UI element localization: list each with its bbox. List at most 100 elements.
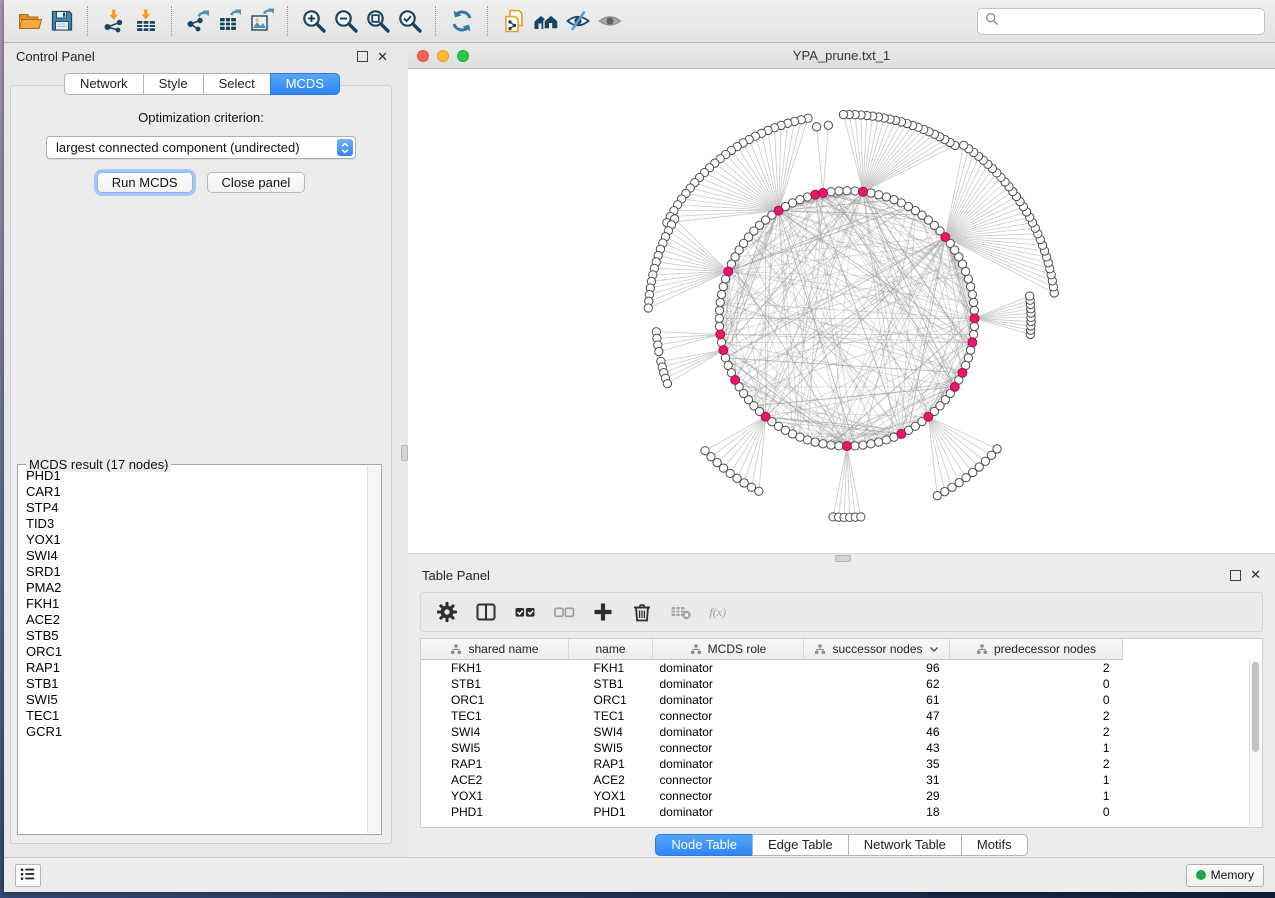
float-panel-icon[interactable] bbox=[357, 51, 368, 62]
mcds-result-item[interactable]: TID3 bbox=[19, 516, 367, 532]
mcds-result-item[interactable]: RAP1 bbox=[19, 660, 367, 676]
table-row[interactable]: ORC1ORC1dominator610 bbox=[421, 692, 1123, 708]
folder-icon[interactable] bbox=[14, 5, 46, 37]
table-cell[interactable]: 2 bbox=[950, 756, 1123, 772]
export-table-icon[interactable] bbox=[214, 5, 246, 37]
network-view[interactable] bbox=[408, 69, 1275, 553]
tab-mcds[interactable]: MCDS bbox=[270, 73, 340, 95]
table-row[interactable]: SWI5SWI5connector431 bbox=[421, 740, 1123, 756]
optimization-criterion-select[interactable]: largest connected component (undirected) bbox=[46, 136, 356, 159]
table-cell[interactable]: TEC1 bbox=[569, 708, 653, 724]
table-cell[interactable]: SWI4 bbox=[421, 724, 569, 740]
search-input[interactable] bbox=[1004, 13, 1257, 29]
table-cell[interactable]: 46 bbox=[804, 724, 950, 740]
close-traffic-light-icon[interactable] bbox=[417, 50, 429, 62]
tab-network-table[interactable]: Network Table bbox=[848, 834, 962, 856]
import-network-icon[interactable] bbox=[98, 5, 130, 37]
table-cell[interactable]: dominator bbox=[653, 660, 804, 677]
table-cell[interactable]: YOX1 bbox=[421, 788, 569, 804]
table-cell[interactable]: 1 bbox=[950, 772, 1123, 788]
table-cell[interactable]: 35 bbox=[804, 756, 950, 772]
table-row[interactable]: ACE2ACE2connector311 bbox=[421, 772, 1123, 788]
table-cell[interactable]: 2 bbox=[950, 708, 1123, 724]
zoom-selected-icon[interactable] bbox=[394, 5, 426, 37]
mcds-result-item[interactable]: GCR1 bbox=[19, 724, 367, 740]
gear-icon[interactable] bbox=[435, 600, 459, 624]
tab-select[interactable]: Select bbox=[203, 73, 271, 95]
houses-icon[interactable] bbox=[530, 5, 562, 37]
table-cell[interactable]: PHD1 bbox=[421, 804, 569, 820]
table-cell[interactable]: 96 bbox=[804, 660, 950, 677]
run-mcds-button[interactable]: Run MCDS bbox=[97, 172, 193, 193]
refresh-icon[interactable] bbox=[446, 5, 478, 37]
mcds-result-item[interactable]: SWI4 bbox=[19, 548, 367, 564]
splitter-grip[interactable] bbox=[835, 555, 851, 562]
column-header-predecessor-nodes[interactable]: predecessor nodes bbox=[950, 639, 1123, 660]
table-cell[interactable]: 29 bbox=[804, 788, 950, 804]
close-panel-button[interactable]: Close panel bbox=[207, 172, 306, 193]
minimize-traffic-light-icon[interactable] bbox=[437, 50, 449, 62]
mcds-result-scrollbar[interactable] bbox=[367, 466, 380, 833]
table-cell[interactable]: ACE2 bbox=[421, 772, 569, 788]
table-cell[interactable]: 1 bbox=[950, 788, 1123, 804]
trash-icon[interactable] bbox=[630, 600, 654, 624]
zoom-out-icon[interactable] bbox=[330, 5, 362, 37]
table-cell[interactable]: dominator bbox=[653, 724, 804, 740]
tab-edge-table[interactable]: Edge Table bbox=[752, 834, 849, 856]
deselect-all-icon[interactable] bbox=[552, 600, 576, 624]
table-scrollbar-thumb[interactable] bbox=[1252, 662, 1259, 752]
mcds-result-item[interactable]: CAR1 bbox=[19, 484, 367, 500]
mcds-result-item[interactable]: FKH1 bbox=[19, 596, 367, 612]
horizontal-splitter[interactable] bbox=[408, 553, 1275, 562]
table-cell[interactable]: 1 bbox=[950, 740, 1123, 756]
table-row[interactable]: PHD1PHD1dominator180 bbox=[421, 804, 1123, 820]
mcds-result-item[interactable]: PHD1 bbox=[19, 468, 367, 484]
table-row[interactable]: RAP1RAP1dominator352 bbox=[421, 756, 1123, 772]
table-cell[interactable]: 61 bbox=[804, 692, 950, 708]
table-row[interactable]: STB1STB1dominator620 bbox=[421, 676, 1123, 692]
table-cell[interactable]: 43 bbox=[804, 740, 950, 756]
mcds-result-item[interactable]: YOX1 bbox=[19, 532, 367, 548]
table-cell[interactable]: ORC1 bbox=[421, 692, 569, 708]
table-cell[interactable]: ACE2 bbox=[569, 772, 653, 788]
vertical-splitter[interactable] bbox=[400, 43, 408, 857]
table-cell[interactable]: SWI4 bbox=[569, 724, 653, 740]
column-header-name[interactable]: name bbox=[569, 639, 653, 660]
close-panel-icon[interactable]: ✕ bbox=[1250, 570, 1261, 580]
eye-slash-icon[interactable] bbox=[562, 5, 594, 37]
table-row[interactable]: TEC1TEC1connector472 bbox=[421, 708, 1123, 724]
clone-document-icon[interactable] bbox=[498, 5, 530, 37]
memory-button[interactable]: Memory bbox=[1186, 864, 1264, 887]
table-scrollbar[interactable] bbox=[1249, 660, 1262, 827]
table-cell[interactable]: connector bbox=[653, 740, 804, 756]
table-cell[interactable]: connector bbox=[653, 788, 804, 804]
table-cell[interactable]: 2 bbox=[950, 724, 1123, 740]
table-cell[interactable]: dominator bbox=[653, 756, 804, 772]
table-cell[interactable]: 0 bbox=[950, 804, 1123, 820]
table-cell[interactable]: 31 bbox=[804, 772, 950, 788]
table-cell[interactable]: FKH1 bbox=[421, 660, 569, 677]
tab-network[interactable]: Network bbox=[64, 73, 144, 95]
column-header-shared-name[interactable]: shared name bbox=[421, 639, 569, 660]
search-box[interactable] bbox=[977, 8, 1265, 35]
float-panel-icon[interactable] bbox=[1230, 570, 1241, 581]
table-cell[interactable]: 0 bbox=[950, 692, 1123, 708]
table-cell[interactable]: ORC1 bbox=[569, 692, 653, 708]
network-window-titlebar[interactable]: YPA_prune.txt_1 bbox=[408, 43, 1275, 69]
mcds-result-item[interactable]: ORC1 bbox=[19, 644, 367, 660]
table-cell[interactable]: FKH1 bbox=[569, 660, 653, 677]
export-network-icon[interactable] bbox=[182, 5, 214, 37]
table-cell[interactable]: SWI5 bbox=[569, 740, 653, 756]
table-cell[interactable]: STB1 bbox=[421, 676, 569, 692]
import-table-icon[interactable] bbox=[130, 5, 162, 37]
table-cell[interactable]: dominator bbox=[653, 676, 804, 692]
split-column-icon[interactable] bbox=[474, 600, 498, 624]
mcds-result-item[interactable]: PMA2 bbox=[19, 580, 367, 596]
table-cell[interactable]: 2 bbox=[950, 660, 1123, 677]
table-row[interactable]: SWI4SWI4dominator462 bbox=[421, 724, 1123, 740]
export-image-icon[interactable] bbox=[246, 5, 278, 37]
select-all-icon[interactable] bbox=[513, 600, 537, 624]
mcds-result-item[interactable]: TEC1 bbox=[19, 708, 367, 724]
table-cell[interactable]: 62 bbox=[804, 676, 950, 692]
tab-node-table[interactable]: Node Table bbox=[655, 834, 753, 856]
